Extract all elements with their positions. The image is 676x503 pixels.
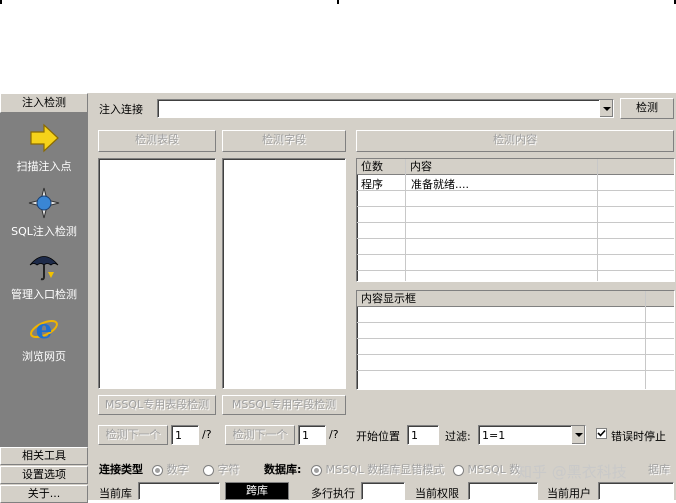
current-user-label: 当前用户 <box>547 487 591 500</box>
radio-icon <box>203 464 214 476</box>
detect-tables-button[interactable]: 检测表段 <box>98 130 216 152</box>
radio-icon <box>453 464 464 476</box>
edge-mark <box>0 0 2 4</box>
radio-label: MSSQL 数据库显错模式 <box>325 463 445 476</box>
db-option-mssql-error-radio[interactable]: MSSQL 数据库显错模式 <box>311 461 444 477</box>
multiline-label: 多行执行 <box>311 487 355 500</box>
url-label: 注入连接 <box>99 103 143 116</box>
multiline-field[interactable] <box>361 482 405 500</box>
start-position-label: 开始位置 <box>356 430 400 443</box>
current-db-label: 当前库 <box>99 487 132 500</box>
col-header[interactable]: 内容 <box>406 159 598 174</box>
field-index-value: 1 <box>302 429 309 442</box>
radio-icon <box>152 464 163 476</box>
row-cell: 准备就绪.... <box>411 178 469 191</box>
arrow-right-icon <box>30 123 59 153</box>
checkmark-icon <box>597 429 606 437</box>
db-option-other[interactable]: 据库 <box>648 461 670 477</box>
col-header[interactable] <box>598 159 674 174</box>
current-user-field[interactable] <box>598 482 674 500</box>
svg-text:e: e <box>36 315 53 344</box>
sidebar-item-scan[interactable]: 扫描注入点 <box>0 122 88 178</box>
field-total: /? <box>329 428 339 441</box>
cross-db-button[interactable]: 跨库 <box>225 482 289 500</box>
field-next-button[interactable]: 检测下一个 <box>225 425 295 445</box>
sidebar-item-browse[interactable]: e 浏览网页 <box>0 312 88 368</box>
table-row[interactable]: 程序 准备就绪.... <box>357 175 674 191</box>
radio-label: MSSQL 数 <box>467 463 521 476</box>
db-label: 数据库: <box>264 463 302 476</box>
grid-line <box>357 322 674 323</box>
umbrella-icon <box>29 256 59 281</box>
table-next-button[interactable]: 检测下一个 <box>98 425 168 445</box>
col-header[interactable]: 位数 <box>357 159 406 174</box>
mssql-table-detect-button[interactable]: MSSQL专用表段检测 <box>98 395 216 415</box>
grid-line <box>645 291 646 389</box>
sidebar-item-label: 浏览网页 <box>22 350 66 363</box>
edge-mark <box>337 0 339 4</box>
table-index-input[interactable]: 1 <box>171 425 199 445</box>
db-option-mssql-radio[interactable]: MSSQL 数 <box>453 461 520 477</box>
row-cell: 程序 <box>361 178 383 191</box>
grid-line <box>357 354 674 355</box>
compass-icon <box>28 187 60 219</box>
field-index-input[interactable]: 1 <box>298 425 326 445</box>
table-index-value: 1 <box>175 429 182 442</box>
sidebar-item-admin[interactable]: 管理入口检测 <box>0 250 88 306</box>
grid-line <box>357 190 674 191</box>
grid-line <box>357 370 674 371</box>
filter-combobox[interactable]: 1=1 <box>478 425 586 445</box>
about-button[interactable]: 关于... <box>0 485 88 503</box>
table-total: /? <box>202 428 212 441</box>
detect-content-button[interactable]: 检测内容 <box>356 130 674 152</box>
sidebar-header[interactable]: 注入检测 <box>0 93 88 113</box>
grid-line <box>357 238 674 239</box>
content-grid[interactable]: 位数 内容 程序 准备就绪.... <box>356 158 675 282</box>
conn-type-numeric-radio[interactable]: 数字 <box>152 461 189 477</box>
ie-browser-icon: e <box>30 315 58 344</box>
grid-line <box>357 270 674 271</box>
filter-label: 过滤: <box>445 430 471 443</box>
grid-line <box>357 206 674 207</box>
grid-line <box>357 338 674 339</box>
radio-icon <box>311 464 322 476</box>
url-combobox[interactable] <box>157 99 614 118</box>
start-position-value: 1 <box>411 429 418 442</box>
radio-label: 数字 <box>166 463 189 476</box>
start-position-input[interactable]: 1 <box>407 425 439 445</box>
grid-line <box>357 222 674 223</box>
settings-button[interactable]: 设置选项 <box>0 466 88 484</box>
sidebar-item-sql[interactable]: SQL注入检测 <box>0 187 88 243</box>
conn-type-char-radio[interactable]: 字符 <box>203 461 240 477</box>
radio-label: 字符 <box>217 463 240 476</box>
filter-value: 1=1 <box>482 429 506 442</box>
detect-fields-button[interactable]: 检测字段 <box>222 130 346 152</box>
stop-on-error-checkbox[interactable] <box>596 428 607 439</box>
sidebar-item-label: 管理入口检测 <box>11 288 77 301</box>
display-header: 内容显示框 <box>357 291 674 307</box>
sidebar-item-label: SQL注入检测 <box>11 225 77 238</box>
current-db-field[interactable] <box>138 482 220 500</box>
stop-on-error-label: 错误时停止 <box>611 430 666 443</box>
current-perm-label: 当前权限 <box>415 487 459 500</box>
sidebar-item-label: 扫描注入点 <box>16 160 72 173</box>
content-display-box[interactable]: 内容显示框 <box>356 290 675 390</box>
dropdown-arrow-icon[interactable] <box>599 100 613 117</box>
display-title: 内容显示框 <box>357 291 646 306</box>
watermark: 知乎 @黑衣科技 <box>517 463 627 481</box>
conn-type-label: 连接类型 <box>99 463 143 476</box>
grid-line <box>357 254 674 255</box>
current-perm-field[interactable] <box>468 482 538 500</box>
detect-button[interactable]: 检测 <box>620 98 674 119</box>
related-tools-button[interactable]: 相关工具 <box>0 447 88 465</box>
mssql-field-detect-button[interactable]: MSSQL专用字段检测 <box>222 395 346 415</box>
dropdown-arrow-icon[interactable] <box>571 426 585 444</box>
fields-list[interactable] <box>222 158 346 389</box>
tables-list[interactable] <box>98 158 216 389</box>
